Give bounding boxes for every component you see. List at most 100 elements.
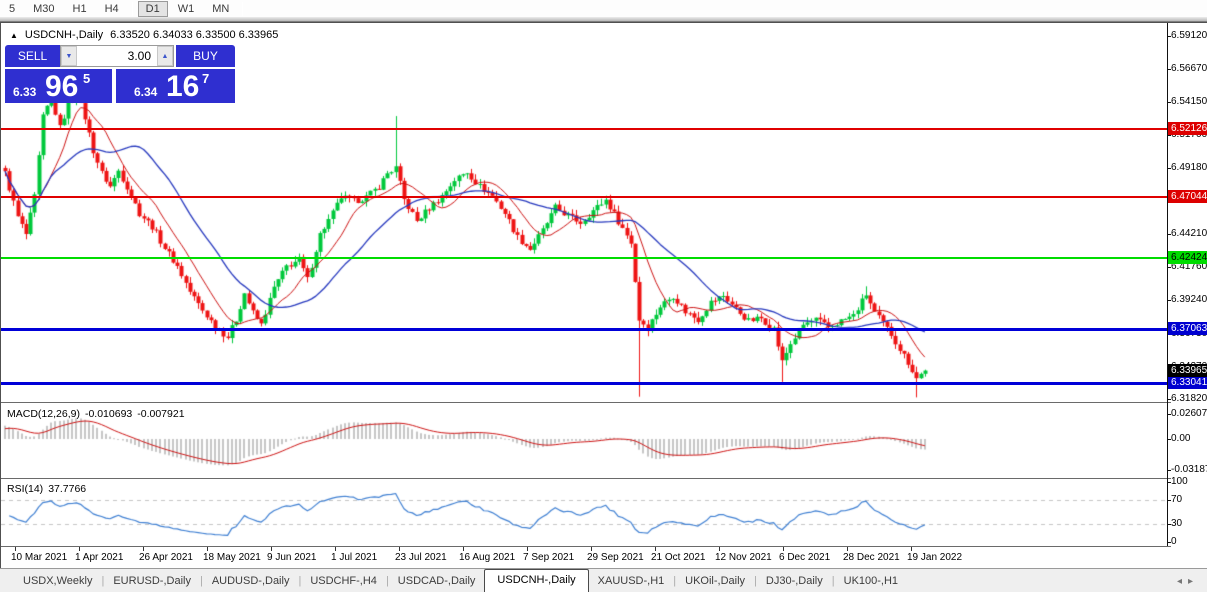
pane-separator-main-macd[interactable] (1, 402, 1207, 403)
date-axis-label: 21 Oct 2021 (651, 552, 705, 563)
macd-value-signal: -0.007921 (137, 408, 184, 420)
date-axis-tick (335, 547, 336, 551)
timeframe-button-mn[interactable]: MN (204, 1, 237, 17)
chart-tab-usdcnhdaily[interactable]: USDCNH-,Daily (484, 569, 588, 592)
sell-price-pip: 5 (83, 71, 90, 86)
price-axis-label: 6.56670 (1171, 63, 1207, 75)
rsi-axis-label: 70 (1171, 494, 1207, 506)
date-axis-label: 18 May 2021 (203, 552, 261, 563)
date-axis-tick (15, 547, 16, 551)
price-axis-label: 6.49180 (1171, 162, 1207, 174)
tab-scroll-left-icon[interactable]: ◂ (1177, 576, 1188, 587)
volume-spinner: ▼ ▲ (60, 45, 174, 67)
date-axis-label: 29 Sep 2021 (587, 552, 644, 563)
date-axis-tick (143, 547, 144, 551)
price-axis-label: 6.31820 (1171, 393, 1207, 405)
current-price-label: 6.33965 (1168, 364, 1207, 377)
date-axis-tick (463, 547, 464, 551)
tab-scroll-right-icon[interactable]: ▸ (1188, 576, 1199, 587)
macd-axis-label: -0.031872 (1171, 464, 1207, 476)
price-level-line-6.42424[interactable] (1, 257, 1167, 259)
date-axis-label: 10 Mar 2021 (11, 552, 67, 563)
price-level-label-6.37063: 6.37063 (1168, 322, 1207, 335)
chart-tab-dj30daily[interactable]: DJ30-,Daily (757, 571, 832, 592)
price-level-label-6.52126: 6.52126 (1168, 122, 1207, 135)
sell-price-box[interactable]: 6.33 96 5 (5, 69, 112, 103)
date-axis[interactable]: 10 Mar 2021 1 Apr 2021 26 Apr 2021 18 May 2… (1, 547, 1207, 569)
date-axis-label: 9 Jun 2021 (267, 552, 317, 563)
one-click-trading-panel: SELL ▼ ▲ BUY 6.33 96 5 6.34 16 7 (5, 45, 235, 103)
sell-price-prefix: 6.33 (13, 85, 36, 99)
chart-tab-audusddaily[interactable]: AUDUSD-,Daily (203, 571, 299, 592)
price-axis-label: 6.39240 (1171, 294, 1207, 306)
date-axis-tick (271, 547, 272, 551)
sell-price-main: 96 (45, 71, 78, 103)
timeframe-button-h4[interactable]: H4 (97, 1, 127, 17)
sell-button[interactable]: SELL (5, 45, 60, 67)
toolbar-separator (242, 2, 243, 16)
chart-tab-ukoildaily[interactable]: UKOil-,Daily (676, 571, 754, 592)
chart-tab-eurusddaily[interactable]: EURUSD-,Daily (104, 571, 200, 592)
rsi-axis-label: 30 (1171, 518, 1207, 530)
date-axis-label: 28 Dec 2021 (843, 552, 900, 563)
buy-price-main: 16 (166, 71, 199, 103)
date-axis-tick (847, 547, 848, 551)
volume-increase-button[interactable]: ▲ (157, 46, 173, 66)
date-axis-label: 26 Apr 2021 (139, 552, 193, 563)
price-level-line-6.37063[interactable] (1, 328, 1167, 331)
buy-price-pip: 7 (202, 71, 209, 86)
chart-title: ▲ USDCNH-,Daily 6.33520 6.34033 6.33500 … (10, 29, 278, 41)
date-axis-label: 12 Nov 2021 (715, 552, 772, 563)
macd-value-main: -0.010693 (85, 408, 132, 420)
price-axis-label: 6.44210 (1171, 228, 1207, 240)
macd-axis-label: 0.02607 (1171, 408, 1207, 420)
date-axis-tick (911, 547, 912, 551)
timeframe-buttons: 5M30H1H4 D1W1MN (0, 0, 1207, 17)
timeframe-button-5[interactable]: 5 (1, 1, 23, 17)
date-axis-tick (783, 547, 784, 551)
price-level-label-6.33041: 6.33041 (1168, 376, 1207, 389)
date-axis-tick (655, 547, 656, 551)
buy-price-box[interactable]: 6.34 16 7 (116, 69, 235, 103)
chart-tab-usdcaddaily[interactable]: USDCAD-,Daily (389, 571, 485, 592)
chart-ohlc-values: 6.33520 6.34033 6.33500 6.33965 (110, 29, 278, 41)
buy-button[interactable]: BUY (176, 45, 235, 67)
tab-scroll-arrows[interactable]: ◂▸ (1177, 576, 1199, 587)
date-axis-tick (79, 547, 80, 551)
date-axis-tick (207, 547, 208, 551)
date-axis-label: 1 Jul 2021 (331, 552, 377, 563)
rsi-indicator-label: RSI(14) 37.7766 (7, 483, 86, 495)
date-axis-label: 19 Jan 2022 (907, 552, 962, 563)
macd-name: MACD(12,26,9) (7, 408, 80, 420)
timeframe-button-h1[interactable]: H1 (65, 1, 95, 17)
volume-decrease-button[interactable]: ▼ (61, 46, 77, 66)
buy-price-prefix: 6.34 (134, 85, 157, 99)
date-axis-label: 7 Sep 2021 (523, 552, 574, 563)
date-axis-tick (399, 547, 400, 551)
rsi-axis-label: 100 (1171, 476, 1207, 488)
pane-separator-macd-rsi[interactable] (1, 478, 1207, 479)
timeframe-button-d1[interactable]: D1 (138, 1, 168, 17)
chart-tab-xauusdh1[interactable]: XAUUSD-,H1 (589, 571, 674, 592)
date-axis-tick (591, 547, 592, 551)
timeframe-button-w1[interactable]: W1 (170, 1, 203, 17)
price-level-line-6.52126[interactable] (1, 128, 1167, 130)
date-axis-label: 1 Apr 2021 (75, 552, 123, 563)
macd-indicator-label: MACD(12,26,9) -0.010693 -0.007921 (7, 408, 185, 420)
chart-tab-usdchfh4[interactable]: USDCHF-,H4 (301, 571, 386, 592)
price-level-line-6.33041[interactable] (1, 382, 1167, 385)
mt4-application: 5M30H1H4D1W1MN ▲ USDCNH-,Daily 6.33520 6… (0, 0, 1207, 592)
rsi-axis-label: 0 (1171, 536, 1207, 548)
rsi-pane-chart[interactable] (1, 480, 1167, 545)
price-level-line-6.47044[interactable] (1, 196, 1167, 198)
volume-input[interactable] (77, 46, 157, 66)
chart-tab-usdxweekly[interactable]: USDX,Weekly (14, 571, 101, 592)
rsi-value: 37.7766 (48, 483, 86, 495)
chart-symbol-label: USDCNH-,Daily (25, 29, 103, 41)
timeframe-button-m30[interactable]: M30 (25, 1, 62, 17)
toolbar-separator (132, 2, 133, 16)
chart-tab-uk100h1[interactable]: UK100-,H1 (835, 571, 907, 592)
price-level-label-6.47044: 6.47044 (1168, 190, 1207, 203)
date-axis-tick (719, 547, 720, 551)
collapse-triangle-icon[interactable]: ▲ (10, 31, 18, 40)
